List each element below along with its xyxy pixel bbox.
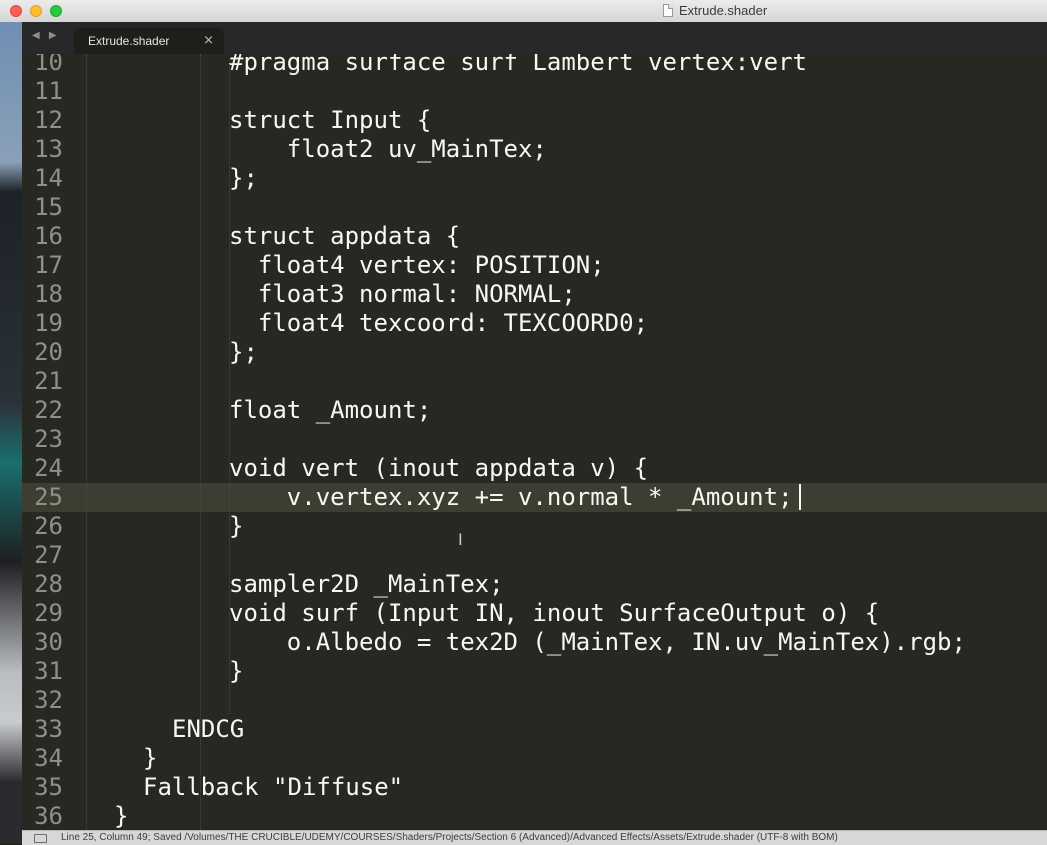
code-text: ENDCG	[172, 715, 245, 743]
indent-guide	[200, 54, 201, 830]
line-number: 16	[34, 222, 63, 250]
window-controls	[10, 5, 62, 17]
code-text: float _Amount;	[229, 396, 432, 424]
status-text: Line 25, Column 49; Saved /Volumes/THE C…	[61, 832, 838, 843]
line-number: 14	[34, 164, 63, 192]
document-icon	[663, 4, 673, 17]
code-line[interactable]: 36}	[22, 802, 1047, 830]
code-text: }	[114, 802, 129, 830]
code-text: o.Albedo = tex2D (_MainTex, IN.uv_MainTe…	[229, 628, 966, 656]
line-number: 26	[34, 512, 63, 540]
line-number: 10	[34, 54, 63, 76]
indent-guide	[86, 54, 87, 830]
code-line[interactable]: 31}	[22, 657, 1047, 686]
code-text: float4 texcoord: TEXCOORD0;	[229, 309, 649, 337]
tab-label: Extrude.shader	[88, 34, 170, 48]
code-text: }	[143, 744, 158, 772]
code-line[interactable]: 24 void vert (inout appdata v) {	[22, 454, 1047, 483]
tab-nav-arrows-icon[interactable]: ◀ ▶	[32, 30, 60, 41]
line-number: 33	[34, 715, 63, 743]
minimize-window-button[interactable]	[30, 5, 42, 17]
line-number: 11	[34, 77, 63, 105]
line-number: 18	[34, 280, 63, 308]
code-text: }	[229, 657, 244, 685]
tab-extrude-shader[interactable]: Extrude.shader ×	[74, 28, 224, 54]
code-line[interactable]: 35 Fallback "Diffuse"	[22, 773, 1047, 802]
code-line[interactable]: 16 struct appdata {	[22, 222, 1047, 251]
line-number: 17	[34, 251, 63, 279]
code-text: sampler2D _MainTex;	[229, 570, 504, 598]
code-line[interactable]: 18 float3 normal: NORMAL;	[22, 280, 1047, 309]
line-number: 22	[34, 396, 63, 424]
code-line[interactable]: 30 o.Albedo = tex2D (_MainTex, IN.uv_Mai…	[22, 628, 1047, 657]
code-line[interactable]: 21	[22, 367, 1047, 396]
tab-bar: ◀ ▶ Extrude.shader ×	[22, 22, 1047, 54]
line-number: 13	[34, 135, 63, 163]
line-number: 32	[34, 686, 63, 714]
zoom-window-button[interactable]	[50, 5, 62, 17]
window-title-text: Extrude.shader	[679, 3, 768, 18]
close-window-button[interactable]	[10, 5, 22, 17]
line-number: 34	[34, 744, 63, 772]
code-area[interactable]: 10 #pragma surface surf Lambert vertex:ve…	[22, 54, 1047, 830]
code-text: v.vertex.xyz += v.normal * _Amount;	[229, 483, 793, 511]
code-text: };	[229, 164, 258, 192]
line-number: 21	[34, 367, 63, 395]
line-number: 12	[34, 106, 63, 134]
title-bar: Extrude.shader	[0, 0, 1047, 23]
code-text: }	[229, 512, 244, 540]
indent-guide	[229, 64, 230, 714]
panel-toggle-icon[interactable]	[34, 834, 47, 843]
code-text: struct appdata {	[229, 222, 461, 250]
text-caret	[799, 484, 801, 510]
code-text: float4 vertex: POSITION;	[229, 251, 605, 279]
ibeam-cursor-icon: Ι	[458, 530, 463, 549]
status-bar: Line 25, Column 49; Saved /Volumes/THE C…	[22, 830, 1047, 845]
line-number: 31	[34, 657, 63, 685]
code-line[interactable]: 20};	[22, 338, 1047, 367]
code-text: struct Input {	[229, 106, 432, 134]
code-text: float3 normal: NORMAL;	[229, 280, 576, 308]
code-line[interactable]: 19 float4 texcoord: TEXCOORD0;	[22, 309, 1047, 338]
code-line[interactable]: 27	[22, 541, 1047, 570]
code-line[interactable]: 11	[22, 77, 1047, 106]
code-line[interactable]: 29 void surf (Input IN, inout SurfaceOutp…	[22, 599, 1047, 628]
line-number: 28	[34, 570, 63, 598]
code-editor[interactable]: 10 #pragma surface surf Lambert vertex:ve…	[22, 54, 1047, 830]
line-number: 27	[34, 541, 63, 569]
line-number: 23	[34, 425, 63, 453]
line-number: 19	[34, 309, 63, 337]
line-number: 29	[34, 599, 63, 627]
code-line[interactable]: 28 sampler2D _MainTex;	[22, 570, 1047, 599]
code-line[interactable]: 13 float2 uv_MainTex;	[22, 135, 1047, 164]
code-line[interactable]: 17 float4 vertex: POSITION;	[22, 251, 1047, 280]
code-line[interactable]: 33 ENDCG	[22, 715, 1047, 744]
line-number: 30	[34, 628, 63, 656]
code-text: void surf (Input IN, inout SurfaceOutput…	[229, 599, 880, 627]
code-line[interactable]: 15	[22, 193, 1047, 222]
line-number: 36	[34, 802, 63, 830]
code-line[interactable]: 14};	[22, 164, 1047, 193]
code-line[interactable]: 25 v.vertex.xyz += v.normal * _Amount;	[22, 483, 1047, 512]
code-text: #pragma surface surf Lambert vertex:vert	[229, 54, 807, 76]
code-line[interactable]: 10 #pragma surface surf Lambert vertex:ve…	[22, 54, 1047, 77]
window-title: Extrude.shader	[663, 3, 767, 18]
line-number: 25	[34, 483, 63, 511]
code-line[interactable]: 26}	[22, 512, 1047, 541]
code-line[interactable]: 34}	[22, 744, 1047, 773]
line-number: 35	[34, 773, 63, 801]
code-line[interactable]: 12 struct Input {	[22, 106, 1047, 135]
tab-close-icon[interactable]: ×	[203, 33, 214, 48]
code-line[interactable]: 32	[22, 686, 1047, 715]
code-text: void vert (inout appdata v) {	[229, 454, 649, 482]
code-text: float2 uv_MainTex;	[229, 135, 547, 163]
code-text: };	[229, 338, 258, 366]
code-line[interactable]: 22 float _Amount;	[22, 396, 1047, 425]
line-number: 24	[34, 454, 63, 482]
line-number: 15	[34, 193, 63, 221]
code-text: Fallback "Diffuse"	[143, 773, 404, 801]
code-line[interactable]: 23	[22, 425, 1047, 454]
background-window-strip	[0, 22, 22, 844]
line-number: 20	[34, 338, 63, 366]
